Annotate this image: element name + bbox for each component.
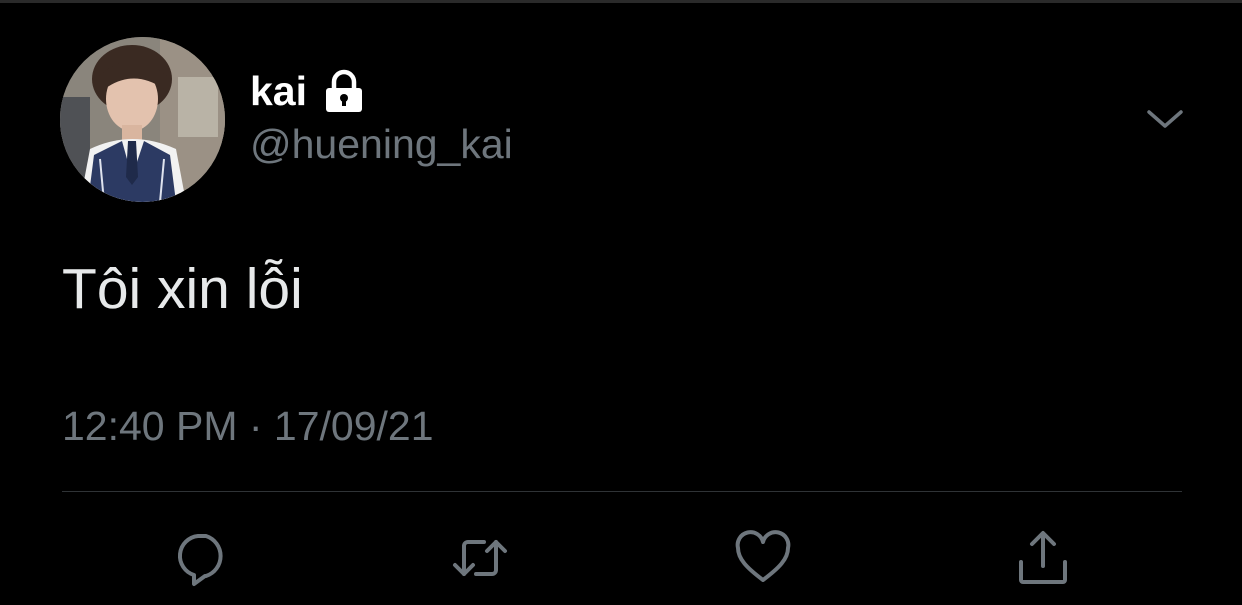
reply-icon [177,534,223,586]
display-name-row[interactable]: kai [250,64,367,118]
heart-icon [735,530,791,582]
share-button[interactable] [1013,528,1073,588]
reply-button[interactable] [172,528,232,588]
tweet-card: kai @huening_kai Tôi xin lỗi 12:40 PM · … [0,0,1242,605]
retweet-icon [453,540,507,576]
tweet-timestamp[interactable]: 12:40 PM · 17/09/21 [62,406,434,447]
chevron-down-icon[interactable] [1145,104,1185,134]
lock-icon [321,69,367,113]
avatar[interactable] [60,37,225,202]
display-name[interactable]: kai [250,70,307,112]
retweet-button[interactable] [450,528,510,588]
share-icon [1019,531,1067,584]
avatar-photo [60,37,225,202]
like-button[interactable] [733,528,793,588]
divider [62,491,1182,492]
user-handle[interactable]: @huening_kai [250,124,513,165]
tweet-text: Tôi xin lỗi [62,257,303,321]
top-edge-divider [0,0,1242,3]
